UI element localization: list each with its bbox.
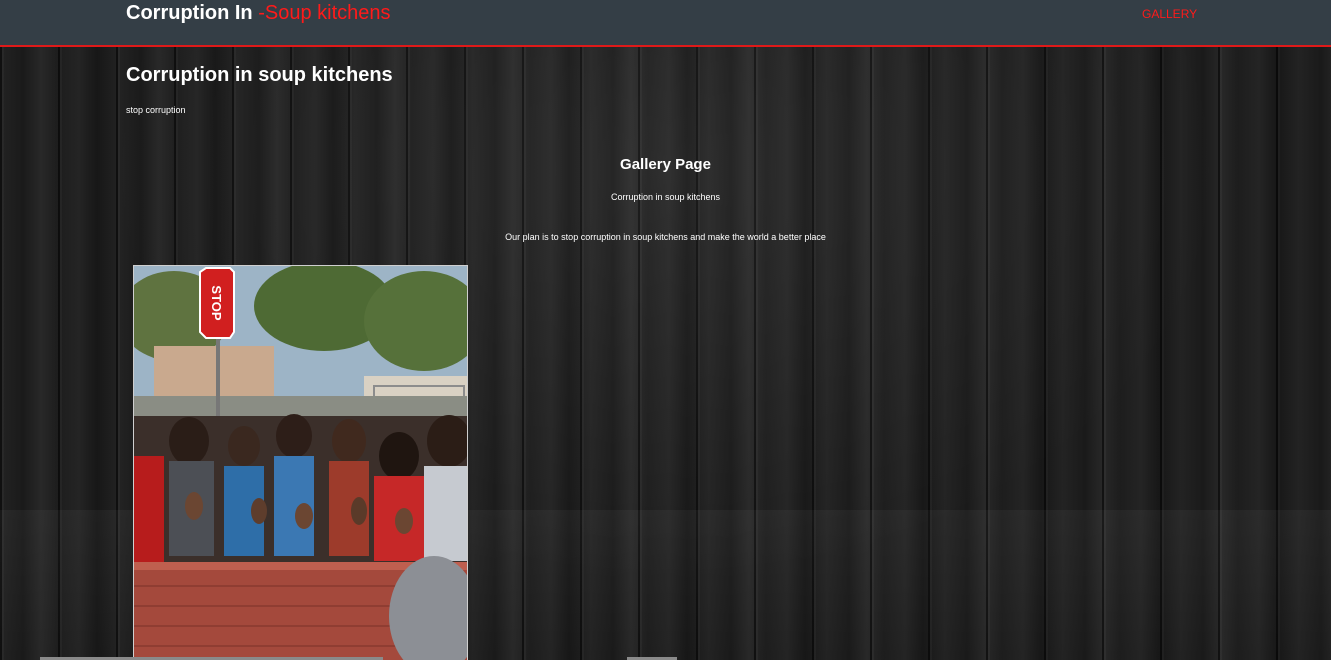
- page-subtitle: stop corruption: [126, 105, 186, 115]
- stop-sign-text: STOP: [209, 285, 224, 320]
- gallery-heading: Gallery Page: [620, 156, 711, 173]
- gallery-subheading: Corruption in soup kitchens: [610, 192, 721, 202]
- top-navigation-bar: Corruption In -Soup kitchens GALLERY: [0, 0, 1331, 47]
- site-brand[interactable]: Corruption In -Soup kitchens: [126, 2, 391, 24]
- gallery-photo[interactable]: STOP: [133, 265, 468, 660]
- page-title: Corruption in soup kitchens: [126, 64, 393, 86]
- nav-gallery-link[interactable]: GALLERY: [1142, 7, 1197, 21]
- gallery-plan-text: Our plan is to stop corruption in soup k…: [505, 232, 826, 242]
- gallery-photo-illustration: STOP: [134, 266, 467, 660]
- brand-accent-text: -Soup kitchens: [258, 2, 391, 24]
- brand-main-text: Corruption In: [126, 2, 253, 24]
